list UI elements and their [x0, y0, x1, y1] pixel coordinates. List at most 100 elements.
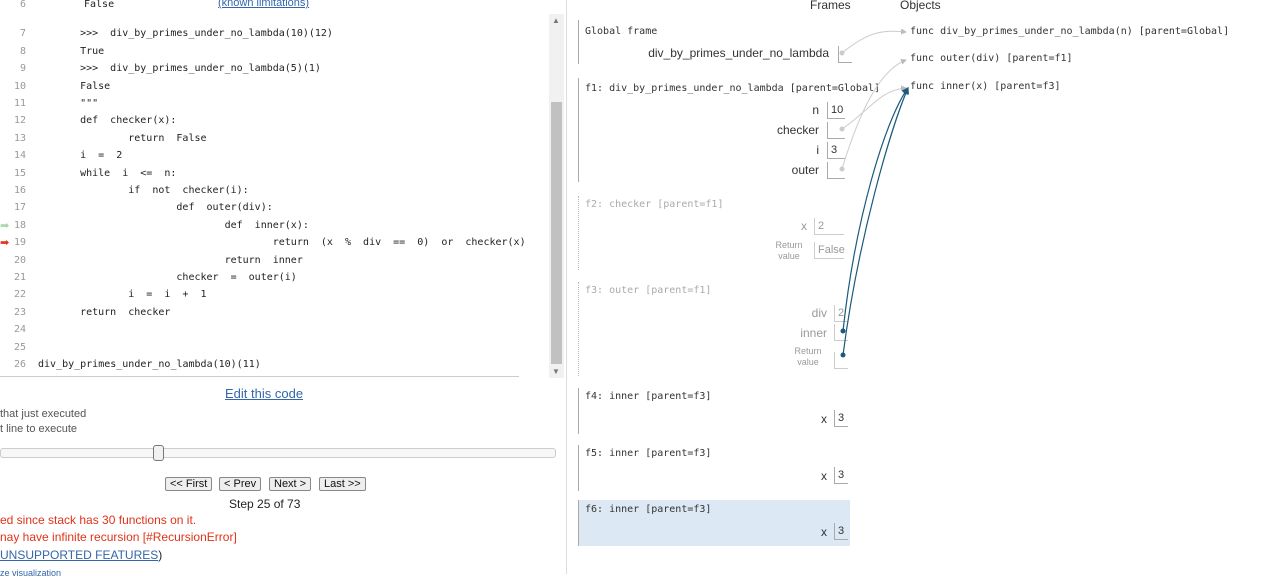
f1-val-outer [827, 162, 845, 179]
global-var-name: div_by_primes_under_no_lambda [648, 46, 829, 60]
frame-f6: f6: inner [parent=f3] x 3 [578, 500, 850, 546]
object-func-div-by-primes: func div_by_primes_under_no_lambda(n) [p… [910, 26, 1230, 37]
code-line: 26 div_by_primes_under_no_lambda(10)(11) [0, 356, 540, 373]
code-line: 6 False [0, 0, 540, 13]
pointer-f3-inner [842, 87, 909, 332]
code-text: i = i + 1 [56, 289, 207, 301]
frame-f1: f1: div_by_primes_under_no_lambda [paren… [578, 78, 880, 182]
f3-return-value [834, 352, 848, 369]
step-counter: Step 25 of 73 [229, 497, 301, 511]
prev-button[interactable]: < Prev [219, 477, 262, 491]
f1-var-outer: outer [791, 163, 819, 177]
code-line: 19 return (x % div == 0) or checker(x) [0, 234, 540, 251]
unsupported-features-link[interactable]: UNSUPPORTED FEATURES [0, 548, 158, 562]
code-line: 12 def checker(x): [0, 112, 540, 129]
code-line: 9 >>> div_by_primes_under_no_lambda(5)(1… [0, 60, 540, 77]
f3-return-label: Return value [794, 346, 822, 367]
code-line: 17 def outer(div): [0, 199, 540, 216]
prev-line-arrow-icon: ➡ [0, 220, 10, 232]
f3-var-div: div [811, 306, 827, 320]
code-text: while i <= n: [56, 167, 177, 179]
scroll-up-icon[interactable]: ▲ [552, 16, 560, 25]
f5-val-x: 3 [834, 467, 848, 484]
code-text: return checker [56, 306, 171, 318]
first-button[interactable]: << First [165, 477, 213, 491]
code-line: 11 """ [0, 95, 540, 112]
line-number: 8 [19, 45, 26, 57]
line-number: 16 [13, 185, 26, 196]
f1-val-checker [827, 122, 845, 139]
code-text: def inner(x): [56, 219, 309, 231]
code-line: 20 return inner [0, 252, 540, 269]
f1-val-n: 10 [827, 102, 845, 119]
f1-var-i: i [816, 143, 819, 157]
line-number: 25 [13, 341, 26, 353]
code-line: 23 return checker [0, 304, 540, 321]
code-line: 18 def inner(x): [0, 217, 540, 234]
step-slider-handle[interactable] [153, 445, 164, 461]
object-func-inner: func inner(x) [parent=f3] [910, 81, 1061, 92]
scrollbar-thumb[interactable] [551, 102, 562, 364]
unsupported-features-line: UNSUPPORTED FEATURES) [0, 548, 162, 562]
f2-return-label: Return value [775, 240, 803, 261]
frame-f5-title: f5: inner [parent=f3] [585, 448, 712, 459]
frame-f5: f5: inner [parent=f3] x 3 [578, 445, 850, 491]
line-number: 22 [13, 289, 26, 301]
code-text: def checker(x): [56, 115, 177, 127]
global-frame: Global frame div_by_primes_under_no_lamb… [578, 20, 852, 64]
f2-return-value: False [814, 242, 845, 259]
f2-var-x: x [801, 219, 807, 233]
code-text: i = 2 [56, 150, 123, 162]
line-number: 24 [13, 324, 26, 336]
object-func-outer: func outer(div) [parent=f1] [910, 53, 1073, 64]
code-line: 7 >>> div_by_primes_under_no_lambda(10)(… [0, 25, 540, 42]
pointer-f3-return [842, 86, 909, 356]
code-text: div_by_primes_under_no_lambda(10)(11) [38, 359, 261, 370]
code-line: 15 while i <= n: [0, 165, 540, 182]
next-button[interactable]: Next > [269, 477, 312, 491]
f1-var-checker: checker [776, 123, 819, 137]
paren-close: ) [158, 548, 163, 562]
f3-var-inner: inner [800, 326, 827, 340]
f3-val-div: 2 [834, 305, 848, 322]
line-number: 21 [13, 272, 26, 283]
f6-val-x: 3 [834, 523, 848, 540]
code-line: 22 i = i + 1 [0, 286, 540, 303]
line-number: 15 [13, 167, 26, 179]
global-var-pointer [838, 46, 852, 63]
code-scrollbar[interactable]: ▲ ▼ [549, 14, 564, 378]
code-line: 25 [0, 339, 540, 356]
line-number: 23 [13, 306, 26, 318]
visualization-link[interactable]: ze visualization [0, 568, 61, 578]
f2-val-x: 2 [814, 218, 844, 235]
code-line: 21 checker = outer(i) [0, 269, 540, 286]
line-number: 6 [19, 0, 26, 10]
scroll-down-icon[interactable]: ▼ [552, 367, 560, 376]
edit-code-link[interactable]: Edit this code [225, 386, 303, 401]
code-text: return (x % div == 0) or checker(x) [56, 237, 526, 249]
code-line: 8 True [0, 43, 540, 60]
line-number: 13 [13, 132, 26, 144]
frame-f2: f2: checker [parent=f1] x 2 Return value… [578, 196, 850, 270]
code-line: 10 False [0, 78, 540, 95]
code-text: def outer(div): [56, 202, 273, 214]
f5-var-x: x [821, 469, 827, 483]
f1-var-n: n [812, 103, 819, 117]
pointer-f1-checker [841, 85, 907, 130]
code-text: return False [56, 132, 207, 144]
line-number: 17 [13, 202, 26, 214]
step-slider-track[interactable] [0, 448, 556, 458]
code-text: False [56, 80, 111, 92]
code-line: 24 [0, 321, 540, 338]
pointer-f1-outer [841, 59, 907, 170]
code-text: checker = outer(i) [56, 272, 297, 283]
line-number: 14 [13, 150, 26, 162]
code-text: True [56, 45, 105, 57]
line-number: 11 [13, 98, 26, 109]
code-text: False [84, 0, 115, 10]
line-number: 7 [19, 28, 26, 40]
code-divider [0, 376, 519, 377]
frame-f4-title: f4: inner [parent=f3] [585, 391, 712, 402]
code-text: """ [56, 98, 99, 109]
last-button[interactable]: Last >> [319, 477, 366, 491]
